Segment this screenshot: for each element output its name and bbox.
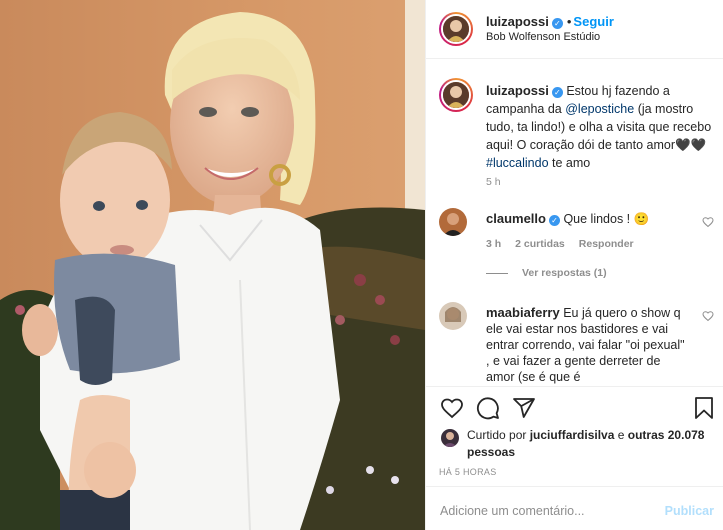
instagram-post: luizapossi ✓ • Seguir Bob Wolfenson Estúdio: [0, 0, 723, 530]
reply-button[interactable]: Responder: [579, 238, 634, 250]
liker-username[interactable]: juciuffardisilva: [530, 428, 615, 442]
view-replies-button[interactable]: Ver respostas (1): [486, 267, 607, 279]
comment-avatar-image: [439, 302, 467, 330]
likes-summary: Curtido por juciuffardisilva e outras 20…: [439, 427, 714, 461]
post-time-ago[interactable]: HÁ 5 HORAS: [439, 467, 497, 477]
verified-badge-icon: ✓: [551, 18, 563, 29]
likes-middle: e: [614, 428, 628, 442]
separator-dot: •: [566, 14, 572, 29]
comment-likes[interactable]: 2 curtidas: [515, 238, 565, 250]
post-actions: Curtido por juciuffardisilva e outras 20…: [426, 386, 723, 484]
caption-mention-link[interactable]: @lepostiche: [565, 102, 634, 116]
heart-icon[interactable]: [440, 396, 464, 420]
view-replies-label: Ver respostas (1): [522, 267, 607, 279]
comment-icon[interactable]: [476, 396, 500, 420]
comments-list[interactable]: luizapossi ✓ Estou hj fazendo a campanha …: [426, 60, 723, 386]
verified-badge-icon: ✓: [551, 87, 563, 98]
comment-avatar-image: [439, 208, 467, 236]
verified-badge-icon: ✓: [548, 215, 560, 226]
caption-username[interactable]: luizapossi: [486, 83, 549, 98]
small-heart-icon[interactable]: [702, 216, 714, 228]
header-user-line: luizapossi ✓ • Seguir: [486, 14, 614, 29]
caption-text-part: te amo: [548, 156, 591, 170]
liker-avatar[interactable]: [441, 429, 459, 447]
follow-button[interactable]: Seguir: [573, 14, 613, 29]
publish-button[interactable]: Publicar: [665, 504, 714, 518]
comment-text: maabiaferry Eu já quero o show q ele vai…: [486, 305, 686, 385]
replies-divider: [486, 272, 508, 274]
caption-hashtag-link[interactable]: #luccalindo: [486, 156, 549, 170]
bookmark-icon[interactable]: [692, 396, 716, 420]
comment-meta: 3 h 2 curtidas Responder: [486, 238, 648, 250]
comment-input[interactable]: Adicione um comentário...: [440, 504, 585, 518]
small-heart-icon[interactable]: [702, 310, 714, 322]
post-location[interactable]: Bob Wolfenson Estúdio: [486, 31, 600, 43]
caption-avatar[interactable]: [439, 78, 473, 112]
comment-username[interactable]: maabiaferry: [486, 305, 560, 320]
caption-avatar-image: [443, 82, 469, 108]
comment-username[interactable]: claumello: [486, 211, 546, 226]
comment-body: Que lindos ! 🙂: [559, 212, 650, 226]
comment-time[interactable]: 3 h: [486, 238, 501, 250]
author-username[interactable]: luizapossi: [486, 14, 549, 29]
add-comment-bar: Adicione um comentário... Publicar: [426, 486, 723, 530]
likes-prefix: Curtido por: [467, 428, 530, 442]
post-header: luizapossi ✓ • Seguir Bob Wolfenson Estúdio: [426, 0, 723, 59]
caption-text: luizapossi ✓ Estou hj fazendo a campanha …: [486, 82, 714, 172]
comment-avatar[interactable]: [439, 302, 467, 330]
author-avatar[interactable]: [439, 12, 473, 46]
liker-avatar-image: [441, 429, 459, 447]
comment-avatar[interactable]: [439, 208, 467, 236]
comment-text: claumello ✓ Que lindos ! 🙂: [486, 211, 686, 227]
likes-text: Curtido por juciuffardisilva e outras 20…: [467, 427, 707, 461]
caption-time[interactable]: 5 h: [486, 176, 501, 188]
photo-illustration: [0, 0, 425, 530]
author-avatar-image: [443, 16, 469, 42]
post-side-panel: luizapossi ✓ • Seguir Bob Wolfenson Estúdio: [425, 0, 723, 530]
post-photo[interactable]: [0, 0, 425, 530]
share-icon[interactable]: [512, 396, 536, 420]
